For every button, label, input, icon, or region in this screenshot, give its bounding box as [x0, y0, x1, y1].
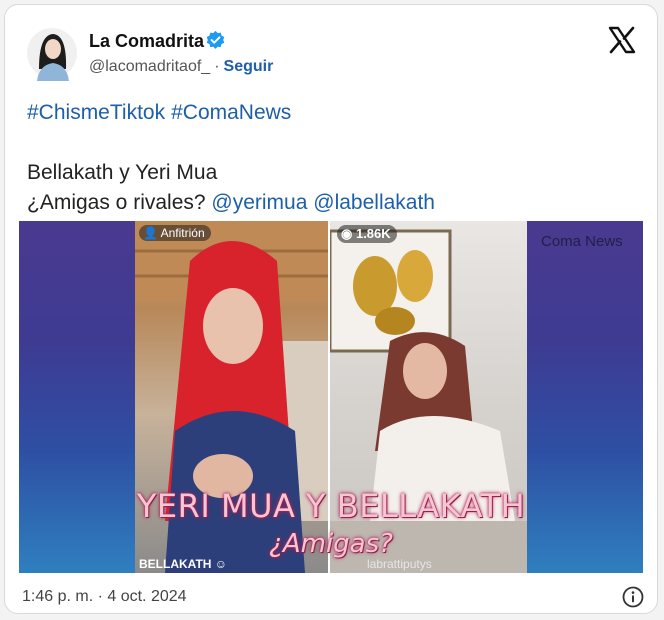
tweet-timestamp[interactable]: 1:46 p. m. · 4 oct. 2024: [22, 588, 187, 606]
video-overlay-subtitle: ¿Amigas?: [269, 529, 393, 559]
tweet-media[interactable]: 👤 Anfitrión ◉ 1.86K Coma News YERI MUA Y…: [19, 221, 643, 573]
verified-badge-icon: [206, 30, 225, 49]
person-icon: 👤: [143, 226, 158, 240]
mention-yerimua[interactable]: @yerimua: [211, 191, 307, 214]
handle-separator: ·: [214, 58, 220, 75]
handle-row: @lacomadritaof_ · Seguir: [89, 58, 273, 76]
video-caption-left: BELLAKATH ☺: [139, 557, 227, 571]
tweet-body: Bellakath y Yeri Mua ¿Amigas o rivales? …: [27, 158, 435, 218]
author-handle[interactable]: @lacomadritaof_: [89, 58, 210, 75]
host-badge-label: Anfitrión: [160, 226, 205, 240]
viewer-count-badge: ◉ 1.86K: [337, 225, 397, 243]
viewer-count: 1.86K: [355, 226, 391, 241]
hashtag-coma-news[interactable]: #ComaNews: [171, 101, 291, 124]
hashtags: #ChismeTiktok #ComaNews: [27, 101, 297, 125]
video-caption-right: labrattiputys: [367, 557, 432, 571]
mention-labellakath[interactable]: @labellakath: [313, 191, 435, 214]
emoji-icon: ☺: [214, 557, 228, 571]
follow-button[interactable]: Seguir: [224, 58, 274, 75]
media-watermark: Coma News: [541, 233, 623, 250]
body-question: ¿Amigas o rivales?: [27, 191, 206, 214]
eye-icon: ◉: [341, 226, 353, 241]
caption-left-text: BELLAKATH: [139, 557, 212, 571]
video-overlay-title: YERI MUA Y BELLAKATH: [136, 487, 526, 525]
info-icon[interactable]: [622, 586, 644, 608]
author-name[interactable]: La Comadrita: [89, 31, 204, 52]
body-line-2: ¿Amigas o rivales? @yerimua @labellakath: [27, 188, 435, 218]
body-line-1: Bellakath y Yeri Mua: [27, 161, 218, 184]
hashtag-chisme-tiktok[interactable]: #ChismeTiktok: [27, 101, 165, 124]
avatar[interactable]: [27, 25, 77, 81]
x-logo-icon[interactable]: [607, 25, 637, 55]
host-badge: 👤 Anfitrión: [139, 225, 211, 241]
